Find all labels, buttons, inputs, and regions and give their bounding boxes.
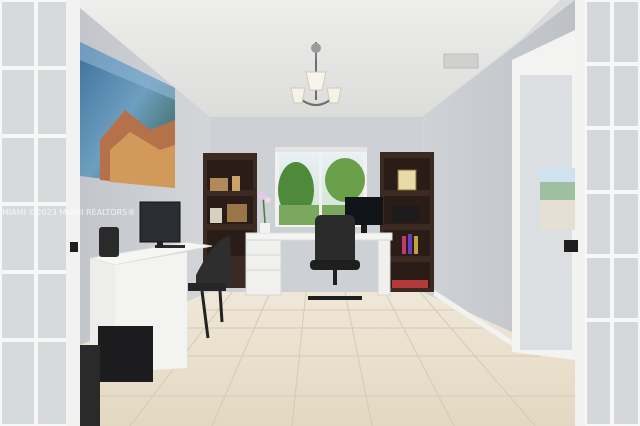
doorway (512, 30, 575, 360)
printer (80, 345, 100, 426)
home-office-photo: MIAMI ©2023 MIAMI REALTORS® (0, 0, 640, 426)
right-french-door (564, 0, 640, 426)
ceiling-vent (443, 53, 479, 69)
speaker (99, 227, 119, 257)
watermark: MIAMI ©2023 MIAMI REALTORS® (2, 208, 135, 217)
monitor (139, 201, 181, 248)
pc-tower (98, 326, 153, 382)
